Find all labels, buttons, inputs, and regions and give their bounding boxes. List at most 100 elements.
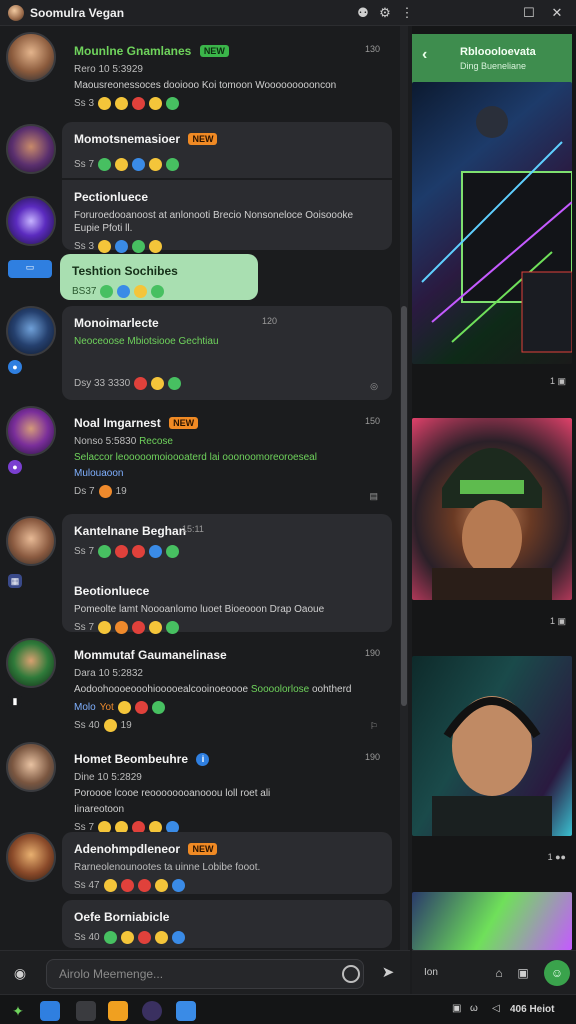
emoji-globe-icon[interactable]: [171, 931, 185, 944]
message-link-2[interactable]: Yot: [100, 702, 114, 713]
emoji-heart-icon[interactable]: [120, 879, 134, 892]
media-thumbnail[interactable]: [412, 892, 572, 950]
emoji-grin-icon[interactable]: [154, 931, 168, 944]
emoji-star-icon[interactable]: [134, 285, 148, 298]
people-icon[interactable]: ⚉: [354, 4, 372, 22]
emoji-leaf-icon[interactable]: [98, 545, 112, 558]
files-icon[interactable]: [76, 1001, 96, 1021]
emoji-laugh-icon[interactable]: [115, 97, 129, 110]
chat-message[interactable]: Kantelnane Beghan 15:11 Ss 7: [0, 514, 400, 574]
volume-icon[interactable]: ◁: [492, 1003, 500, 1014]
user-avatar[interactable]: [6, 32, 56, 82]
emoji-clover-icon[interactable]: [166, 545, 180, 558]
emoji-smile-icon[interactable]: [98, 97, 112, 110]
emoji-smile-icon[interactable]: [103, 879, 117, 892]
chat-message[interactable]: Mounlne Gnamlanes NEW 130 Rero 10 5:3929…: [0, 30, 400, 118]
emoji-globe-icon[interactable]: [115, 240, 129, 253]
chat-message[interactable]: Adenohmpdleneor NEW Rarneolenounootes ta…: [0, 832, 400, 896]
emoji-grin-icon[interactable]: [154, 879, 168, 892]
media-thumbnail[interactable]: [412, 82, 572, 364]
user-avatar[interactable]: [6, 306, 56, 356]
chat-message[interactable]: ● Monoimarlecte 120 Neoceoose Mbiotsiooe…: [0, 306, 400, 402]
close-icon[interactable]: ✕: [548, 4, 566, 22]
message-link[interactable]: Mulouaoon: [74, 467, 380, 480]
emoji-clover-icon[interactable]: [151, 285, 165, 298]
user-avatar[interactable]: [6, 742, 56, 792]
message-input[interactable]: [46, 959, 364, 989]
scrollbar-thumb[interactable]: [401, 306, 407, 706]
messenger-icon[interactable]: [108, 1001, 128, 1021]
game-icon[interactable]: [142, 1001, 162, 1021]
media-thumbnail[interactable]: [412, 656, 572, 836]
emoji-picker-icon[interactable]: ☺: [544, 960, 570, 986]
emoji-smile-icon[interactable]: [117, 701, 131, 714]
emoji-icon[interactable]: [342, 965, 360, 983]
chat-message[interactable]: Momotsnemasioer NEW Ss 7: [0, 122, 400, 180]
image-icon[interactable]: ▣: [514, 964, 532, 982]
chat-message[interactable]: ● Noal Imgarnest NEW 150 Nonso 5:5830 Re…: [0, 406, 400, 512]
emoji-heart-icon[interactable]: [115, 545, 129, 558]
back-arrow-icon[interactable]: ‹: [422, 46, 427, 64]
emoji-smile-icon[interactable]: [151, 377, 165, 390]
chat-message[interactable]: Oefe Borniabicle Ss 40: [0, 900, 400, 948]
user-avatar[interactable]: [6, 196, 56, 246]
emoji-fire-icon[interactable]: [115, 621, 129, 634]
more-icon[interactable]: ⋮: [398, 4, 416, 22]
chat-message-highlighted[interactable]: ▭ Teshtion Sochibes BS37: [0, 254, 400, 304]
emoji-leaf-icon[interactable]: [100, 285, 114, 298]
share-icon[interactable]: ⌂: [490, 964, 508, 982]
chat-message[interactable]: ▮ Mommutaf Gaumanelinase 190 Dara 10 5:2…: [0, 638, 400, 742]
emoji-smile-icon[interactable]: [98, 240, 112, 253]
emoji-fire-icon[interactable]: [98, 485, 112, 498]
emoji-heart-icon[interactable]: [132, 545, 146, 558]
emoji-globe-icon[interactable]: [117, 285, 131, 298]
emoji-heart-icon[interactable]: [132, 97, 146, 110]
user-avatar[interactable]: [6, 406, 56, 456]
sender-name: Adenohmpdleneor: [74, 842, 181, 856]
emoji-heart-icon[interactable]: [134, 377, 148, 390]
user-avatar[interactable]: [6, 124, 56, 174]
emoji-clover-icon[interactable]: [166, 158, 180, 171]
emoji-heart-icon[interactable]: [134, 701, 148, 714]
message-link[interactable]: Molo: [74, 702, 96, 713]
emoji-grin-icon[interactable]: [149, 621, 163, 634]
chat-scrollbar[interactable]: [400, 26, 408, 950]
emoji-clover-icon[interactable]: [166, 97, 180, 110]
emoji-globe-icon[interactable]: [149, 545, 163, 558]
emoji-smile-icon[interactable]: [120, 931, 134, 944]
user-avatar[interactable]: [6, 638, 56, 688]
camera-icon[interactable]: ◉: [10, 963, 30, 983]
emoji-grin-icon[interactable]: [149, 97, 163, 110]
emoji-smile-icon[interactable]: [149, 158, 163, 171]
emoji-globe-icon[interactable]: [132, 158, 146, 171]
emoji-star-icon[interactable]: [151, 701, 165, 714]
emoji-heart-icon[interactable]: [132, 621, 146, 634]
chat-message[interactable]: Homet Beombeuhre i 190 Dine 10 5:2829 Po…: [0, 742, 400, 834]
emoji-globe-icon[interactable]: [171, 879, 185, 892]
emoji-clover-icon[interactable]: [168, 377, 182, 390]
chat-message[interactable]: Pectionluece Foruroedooanoost at anlonoo…: [0, 180, 400, 253]
start-icon[interactable]: ✦: [8, 1001, 28, 1021]
notification-icon[interactable]: ▣: [452, 1003, 461, 1014]
emoji-clover-icon[interactable]: [166, 621, 180, 634]
send-icon[interactable]: ➤: [378, 963, 398, 983]
emoji-smile-icon[interactable]: [98, 621, 112, 634]
user-avatar[interactable]: [6, 832, 56, 882]
emoji-leaf-icon[interactable]: [103, 931, 117, 944]
emoji-heart-icon[interactable]: [137, 931, 151, 944]
user-avatar[interactable]: [6, 516, 56, 566]
emoji-star-icon[interactable]: [115, 158, 129, 171]
emoji-grin-icon[interactable]: [149, 240, 163, 253]
maximize-icon[interactable]: ☐: [520, 4, 538, 22]
emoji-leaf-icon[interactable]: [132, 240, 146, 253]
media-thumbnail[interactable]: [412, 418, 572, 600]
emoji-heart-icon[interactable]: [137, 879, 151, 892]
network-icon[interactable]: ω: [470, 1003, 478, 1014]
emoji-leaf-icon[interactable]: [98, 158, 112, 171]
message-time: 15:11: [182, 524, 204, 534]
browser-icon[interactable]: [40, 1001, 60, 1021]
store-icon[interactable]: [176, 1001, 196, 1021]
settings-icon[interactable]: ⚙: [376, 4, 394, 22]
chat-message[interactable]: ▦ Beotionluece Pomeolte lamt Noooanlomo …: [0, 574, 400, 634]
emoji-smile-icon[interactable]: [103, 719, 117, 732]
